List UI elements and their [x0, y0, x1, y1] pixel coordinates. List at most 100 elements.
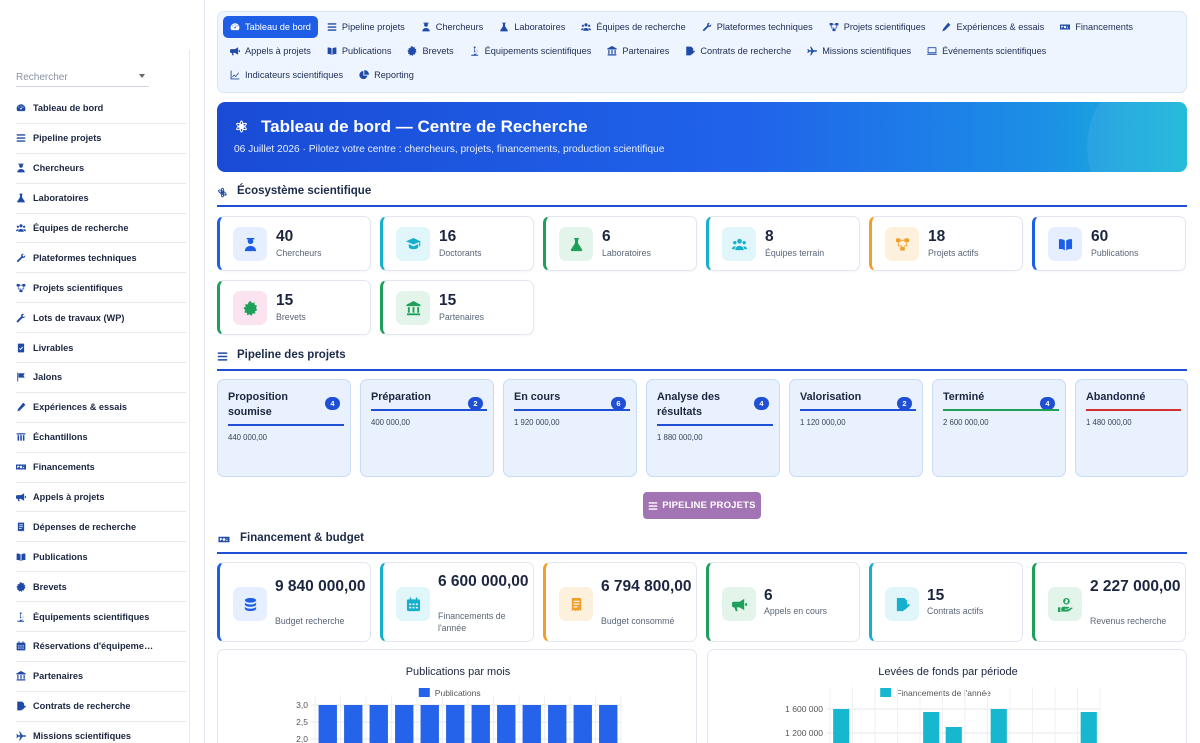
- nav-tab[interactable]: Publications: [320, 40, 399, 62]
- kpi-card[interactable]: 6 Laboratoires: [543, 216, 697, 271]
- nav-tab[interactable]: Projets scientifiques: [822, 16, 933, 38]
- nav-tab[interactable]: Partenaires: [600, 40, 676, 62]
- flag-icon: [17, 373, 25, 382]
- sidebar-item[interactable]: Laboratoires: [16, 184, 186, 214]
- kpi-value: 15: [276, 292, 294, 309]
- kpi-value: 6: [764, 587, 773, 604]
- nav-tab[interactable]: Financements: [1053, 16, 1140, 38]
- nav-tab[interactable]: Missions scientifiques: [800, 40, 918, 62]
- sidebar-item[interactable]: Lots de travaux (WP): [16, 303, 186, 334]
- sidebar-item[interactable]: Échantillons: [16, 423, 186, 453]
- sidebar-item[interactable]: Missions scientifiques: [16, 722, 186, 743]
- pipeline-stage[interactable]: Abandonné 1 480 000,00: [1075, 379, 1188, 477]
- kpi-card[interactable]: 15 Partenaires: [380, 280, 534, 335]
- budget-kpi-card[interactable]: 2 227 000,00 Revenus recherche: [1032, 562, 1186, 642]
- section-title-text: Financement & budget: [240, 532, 364, 544]
- sidebar-item[interactable]: Tableau de bord: [16, 94, 186, 124]
- pipeline-stage[interactable]: Préparation 2 400 000,00: [360, 379, 494, 477]
- budget-kpi-card[interactable]: 9 840 000,00 Budget recherche: [217, 562, 371, 642]
- institution-icon: [16, 671, 26, 681]
- list-icon: [648, 501, 658, 510]
- pipeline-stage[interactable]: Proposition soumise 4 440 000,00: [217, 379, 351, 477]
- sidebar-item-label: Publications: [33, 551, 88, 562]
- nav-tab[interactable]: Événements scientifiques: [920, 40, 1053, 62]
- kpi-card[interactable]: 18 Projets actifs: [869, 216, 1023, 271]
- nav-tab[interactable]: Laboratoires: [492, 16, 572, 38]
- chart-title: Publications par mois: [406, 666, 511, 678]
- sidebar-item[interactable]: Publications: [16, 542, 186, 573]
- kpi-card[interactable]: 16 Doctorants: [380, 216, 534, 271]
- sidebar-item[interactable]: Équipes de recherche: [16, 214, 186, 244]
- budget-kpi-card[interactable]: 15 Contrats actifs: [869, 562, 1023, 642]
- pipeline-stage[interactable]: Terminé 4 2 600 000,00: [932, 379, 1066, 477]
- chart-bar: [923, 712, 940, 743]
- stage-amount: 1 920 000,00: [514, 418, 560, 427]
- nav-tab[interactable]: Indicateurs scientifiques: [223, 64, 350, 86]
- nav-tab-label: Financements: [1075, 22, 1133, 32]
- pipeline-stage[interactable]: En cours 6 1 920 000,00: [503, 379, 637, 477]
- budget-kpi-card[interactable]: 6 600 000,00 Financements de l'année: [380, 562, 534, 642]
- institution-icon: [607, 46, 618, 56]
- stage-divider: [800, 409, 916, 411]
- sidebar-item[interactable]: Chercheurs: [16, 154, 186, 184]
- money-icon: [218, 536, 230, 543]
- sidebar-item[interactable]: Appels à projets: [16, 483, 186, 513]
- nav-tab[interactable]: Équipes de recherche: [574, 16, 692, 38]
- pipeline-projects-button[interactable]: PIPELINE PROJETS: [643, 492, 761, 519]
- sidebar-item[interactable]: Partenaires: [16, 662, 186, 692]
- budget-kpi-card[interactable]: 6 794 800,00 Budget consommé: [543, 562, 697, 642]
- pipeline-stage[interactable]: Valorisation 2 1 120 000,00: [789, 379, 923, 477]
- section-pipeline: Pipeline des projets: [217, 349, 1187, 371]
- nav-tab-label: Contrats de recherche: [700, 46, 792, 56]
- sidebar-item[interactable]: Jalons: [16, 363, 186, 393]
- kpi-label: Financements de l'année: [438, 611, 506, 633]
- nav-tab[interactable]: Reporting: [352, 64, 421, 86]
- microscope-icon: [17, 612, 25, 622]
- nav-tab[interactable]: Pipeline projets: [320, 16, 412, 38]
- kpi-icon-box: [233, 291, 267, 325]
- sidebar-item[interactable]: Équipements scientifiques: [16, 602, 186, 633]
- money-icon: [1060, 24, 1071, 30]
- kpi-card[interactable]: 40 Chercheurs: [217, 216, 371, 271]
- nav-tab[interactable]: Équipements scientifiques: [463, 40, 599, 62]
- sidebar-item[interactable]: Plateformes techniques: [16, 243, 186, 274]
- sidebar-item-label: Expériences & essais: [33, 402, 127, 413]
- nav-tab[interactable]: Plateformes techniques: [695, 16, 820, 38]
- nav-tab[interactable]: Contrats de recherche: [678, 40, 798, 62]
- sidebar-item[interactable]: Contrats de recherche: [16, 692, 186, 722]
- kpi-card[interactable]: 8 Équipes terrain: [706, 216, 860, 271]
- sidebar-item[interactable]: Financements: [16, 453, 186, 483]
- sidebar-item[interactable]: Brevets: [16, 572, 186, 603]
- sidebar-search[interactable]: [16, 67, 149, 87]
- sidebar-item[interactable]: Pipeline projets: [16, 124, 186, 154]
- nav-tab[interactable]: Appels à projets: [223, 40, 318, 62]
- kpi-value: 40: [276, 228, 294, 245]
- chart-bar: [344, 705, 363, 743]
- search-input[interactable]: [16, 68, 131, 83]
- sidebar-item[interactable]: Projets scientifiques: [16, 273, 186, 304]
- sidebar-item[interactable]: Dépenses de recherche: [16, 512, 186, 543]
- pipeline-stage[interactable]: Analyse des résultats 4 1 880 000,00: [646, 379, 780, 477]
- chevron-down-icon[interactable]: [139, 74, 145, 78]
- kpi-icon-box: [233, 587, 267, 621]
- kpi-card[interactable]: 15 Brevets: [217, 280, 371, 335]
- stage-name: Abandonné: [1086, 391, 1146, 403]
- sidebar-item[interactable]: Livrables: [16, 333, 186, 364]
- nav-tab[interactable]: Expériences & essais: [934, 16, 1051, 38]
- chart-bar: [833, 709, 850, 743]
- kpi-card[interactable]: 60 Publications: [1032, 216, 1186, 271]
- nav-tab[interactable]: Tableau de bord: [223, 16, 318, 38]
- budget-kpi-card[interactable]: 6 Appels en cours: [706, 562, 860, 642]
- sidebar-item[interactable]: Expériences & essais: [16, 393, 186, 423]
- kpi-label: Brevets: [276, 312, 306, 322]
- researcher-icon: [17, 163, 25, 173]
- nav-tab[interactable]: Brevets: [400, 40, 460, 62]
- kpi-icon-box: [396, 227, 430, 261]
- nav-tab[interactable]: Chercheurs: [414, 16, 491, 38]
- sidebar-item[interactable]: Réservations d'équipeme…: [16, 632, 186, 662]
- project-icon: [16, 283, 26, 293]
- stage-amount: 1 880 000,00: [657, 433, 703, 442]
- flask-icon: [17, 193, 25, 203]
- flag-icon: [16, 372, 26, 382]
- kpi-value: 6 794 800,00: [601, 578, 692, 595]
